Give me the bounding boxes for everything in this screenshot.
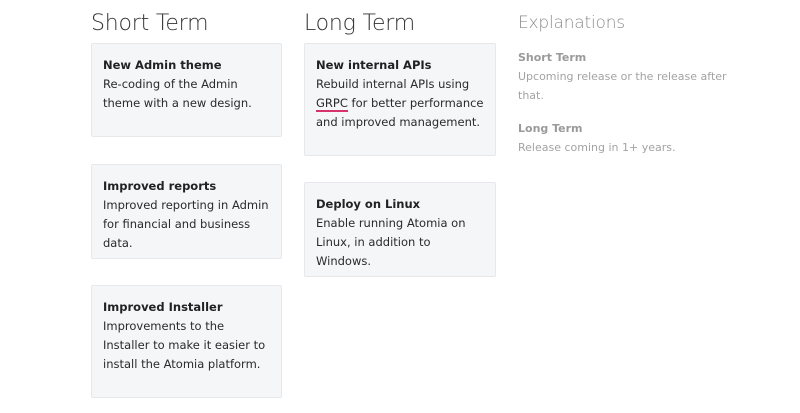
short-term-heading: Short Term xyxy=(91,11,209,36)
card-title: Improved Installer xyxy=(103,300,223,314)
card-title: Deploy on Linux xyxy=(316,197,421,211)
long-term-heading: Long Term xyxy=(304,11,415,36)
card-new-internal-apis: New internal APIs Rebuild internal APIs … xyxy=(304,43,496,156)
card-title: Improved reports xyxy=(103,179,217,193)
explanation-title: Long Term xyxy=(518,122,583,135)
explanation-body: Upcoming release or the release after th… xyxy=(518,70,727,102)
card-body-prefix: Rebuild internal APIs using xyxy=(316,77,470,91)
explanation-body: Release coming in 1+ years. xyxy=(518,141,676,154)
card-body: Enable running Atomia on Linux, in addit… xyxy=(316,216,466,268)
card-improved-reports: Improved reports Improved reporting in A… xyxy=(91,164,282,259)
card-body: Improved reporting in Admin for financia… xyxy=(103,198,269,250)
card-new-admin-theme: New Admin theme Re-coding of the Admin t… xyxy=(91,43,282,137)
card-body: Improvements to the Installer to make it… xyxy=(103,319,266,371)
card-deploy-on-linux: Deploy on Linux Enable running Atomia on… xyxy=(304,182,496,277)
explanations-heading: Explanations xyxy=(518,13,625,33)
card-body: Re-coding of the Admin theme with a new … xyxy=(103,77,252,110)
explanation-long-term: Long Term Release coming in 1+ years. xyxy=(518,120,748,157)
card-title: New Admin theme xyxy=(103,58,222,72)
explanation-title: Short Term xyxy=(518,51,587,64)
card-title: New internal APIs xyxy=(316,58,432,72)
card-improved-installer: Improved Installer Improvements to the I… xyxy=(91,285,282,398)
grpc-link[interactable]: GRPC xyxy=(316,96,348,112)
card-body: Rebuild internal APIs using GRPC for bet… xyxy=(316,75,485,132)
explanation-short-term: Short Term Upcoming release or the relea… xyxy=(518,49,748,105)
